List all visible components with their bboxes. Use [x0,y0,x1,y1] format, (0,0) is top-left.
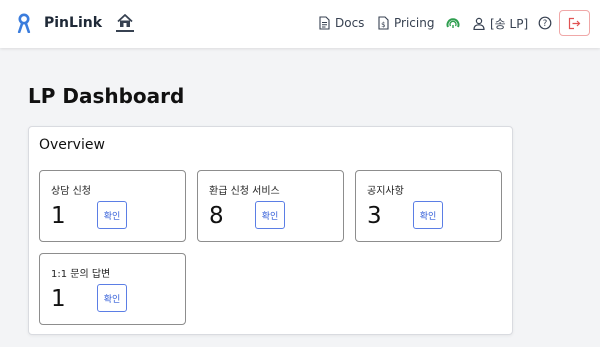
card-label: 환급 신청 서비스 [209,186,280,197]
confirm-button[interactable]: 확인 [413,201,443,229]
brand-name: PinLink [44,15,103,31]
nav-user[interactable]: [송 LP] [473,12,528,34]
card-count: 8 [209,203,224,229]
svg-text:$: $ [381,21,385,29]
overview-panel: Overview 상담 신청 1 확인 환급 신청 서비스 8 확인 공지사항 … [28,126,513,335]
card-count: 1 [51,203,66,229]
card-refund-service: 환급 신청 서비스 8 확인 [197,170,344,242]
card-label: 공지사항 [367,186,404,197]
confirm-button[interactable]: 확인 [97,284,127,312]
help-icon: ? [538,16,552,30]
pinlink-logo-icon [17,13,31,33]
home-icon[interactable] [116,12,134,32]
document-icon [319,16,330,30]
nav-help[interactable]: ? [538,12,552,34]
card-notices: 공지사항 3 확인 [355,170,502,242]
status-indicator[interactable] [446,12,460,34]
logout-button[interactable] [559,10,590,36]
status-icon [446,18,460,28]
card-label: 상담 신청 [51,186,91,197]
pricing-icon: $ [378,16,389,30]
confirm-button[interactable]: 확인 [97,201,127,229]
card-label: 1:1 문의 답변 [51,269,111,280]
home-active-indicator [116,30,134,32]
card-inquiry-reply: 1:1 문의 답변 1 확인 [39,253,186,325]
confirm-button[interactable]: 확인 [255,201,285,229]
card-count: 3 [367,203,382,229]
top-header: PinLink Docs $ Pricing [송 LP] ? [0,0,600,48]
logout-icon [568,17,581,29]
brand[interactable]: PinLink [15,12,102,34]
page-title: LP Dashboard [28,84,185,108]
nav-pricing-label: Pricing [394,16,435,30]
nav-docs[interactable]: Docs [319,12,364,34]
nav-user-label: [송 LP] [490,16,529,31]
card-consultation: 상담 신청 1 확인 [39,170,186,242]
user-icon [473,17,485,30]
overview-title: Overview [39,137,105,153]
card-count: 1 [51,286,66,312]
nav-pricing[interactable]: $ Pricing [378,12,434,34]
svg-text:?: ? [543,19,548,29]
nav-docs-label: Docs [335,16,365,30]
